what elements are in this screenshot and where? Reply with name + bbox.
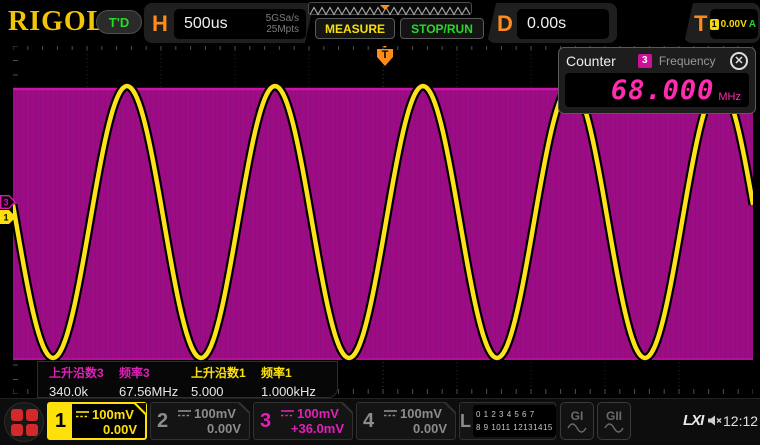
measurement-label: 频率1 xyxy=(261,366,292,380)
close-icon[interactable]: ✕ xyxy=(730,51,748,70)
trigger-source-badge: 1 xyxy=(709,18,719,30)
measurement-item: 频率1 1.000kHz xyxy=(261,364,316,399)
top-status-bar: RIGOL T'D H 500us 5GSa/s 25Mpts MEASURE … xyxy=(0,0,760,46)
channel-2-offset: 0.00V xyxy=(207,421,241,436)
measurement-item: 频率3 67.56MHz xyxy=(119,364,178,399)
logic-row-2: 8 9 1011 12131415 xyxy=(476,422,553,432)
channel-3-scale: 100mV xyxy=(297,406,339,421)
sine-icon xyxy=(567,423,587,433)
memory-position-overview[interactable] xyxy=(308,2,472,16)
ch3-marker-label: 3 xyxy=(3,198,8,208)
generator-1-button[interactable]: GI xyxy=(560,402,594,440)
oscilloscope-screen: T 3 1 RIGOL T'D H 500us 5GSa/s 25Mpts ME… xyxy=(0,0,760,445)
counter-window: Counter 3 Frequency ✕ 68.000 MHz xyxy=(558,47,756,114)
counter-value: 68.000 xyxy=(610,74,715,106)
navigation-button[interactable] xyxy=(4,402,44,442)
dc-coupling-icon xyxy=(178,410,191,417)
measurement-value: 340.0k xyxy=(49,384,89,399)
delay-value: 0.00s xyxy=(527,15,567,32)
channel-1-number: 1 xyxy=(49,404,72,438)
delay-panel[interactable]: D 0.00s xyxy=(487,3,617,43)
dc-coupling-icon xyxy=(281,410,294,417)
measurement-label: 频率3 xyxy=(119,366,150,380)
trigger-label: T xyxy=(694,11,708,36)
measurement-value: 67.56MHz xyxy=(119,384,179,399)
measure-button[interactable]: MEASURE xyxy=(315,18,395,39)
timebase-inset[interactable]: 500us 5GSa/s 25Mpts xyxy=(174,9,306,39)
channel-2-number: 2 xyxy=(156,409,169,432)
channel-1-offset: 0.00V xyxy=(103,422,137,437)
horizontal-panel[interactable]: H 500us 5GSa/s 25Mpts xyxy=(144,3,314,43)
counter-header: Counter 3 Frequency ✕ xyxy=(559,48,755,73)
channel-3-offset: +36.0mV xyxy=(290,421,344,436)
generator-2-button[interactable]: GII xyxy=(597,402,631,440)
stop-run-button[interactable]: STOP/RUN xyxy=(400,18,484,39)
navigation-grid-icon xyxy=(10,408,38,436)
speaker-muted-icon[interactable] xyxy=(707,414,722,427)
overview-trigger-marker xyxy=(380,5,390,10)
channel-4-number: 4 xyxy=(362,409,375,432)
channel-2-scale: 100mV xyxy=(194,406,236,421)
trigger-inset[interactable]: 1 0.00V A xyxy=(709,9,758,39)
channel-2-block[interactable]: 2 100mV 0.00V xyxy=(150,402,250,440)
trigger-marker-label: T xyxy=(382,49,389,61)
dc-coupling-icon xyxy=(76,411,89,418)
ch1-position-marker[interactable]: 1 xyxy=(0,210,16,224)
measurement-value: 5.000 xyxy=(191,384,224,399)
measurement-panel: 上升沿数3 340.0k 频率3 67.56MHz 上升沿数1 5.000 频率… xyxy=(37,361,338,399)
dc-coupling-icon xyxy=(384,410,397,417)
measurement-label: 上升沿数1 xyxy=(191,366,246,380)
measurement-item: 上升沿数3 340.0k xyxy=(49,364,104,399)
measurement-value: 1.000kHz xyxy=(261,384,316,399)
acquisition-info: 5GSa/s 25Mpts xyxy=(266,13,306,35)
trigger-level: 0.00V xyxy=(720,18,747,30)
channel-3-block[interactable]: 3 100mV +36.0mV xyxy=(253,402,353,440)
rigol-logo: RIGOL xyxy=(8,6,107,37)
trigger-status-badge: T'D xyxy=(96,10,142,34)
timebase-value: 500us xyxy=(184,15,228,32)
memory-depth: 25Mpts xyxy=(266,24,299,35)
logic-label: L xyxy=(460,410,471,431)
ch3-position-marker[interactable]: 3 xyxy=(0,195,16,209)
channel-1-block[interactable]: 1 100mV 0.00V xyxy=(47,402,147,440)
lxi-indicator: LXI xyxy=(683,412,704,429)
trigger-panel[interactable]: T 1 0.00V A xyxy=(684,3,760,43)
sine-icon xyxy=(604,423,624,433)
generator-1-label: GI xyxy=(570,409,584,423)
overview-waveform xyxy=(309,5,471,16)
logic-row-1: 0 1 2 3 4 5 6 7 xyxy=(476,410,535,420)
delay-label: D xyxy=(497,11,513,36)
logic-channels-block[interactable]: L 0 1 2 3 4 5 6 7 8 9 1011 12131415 xyxy=(459,402,556,440)
logic-channel-numbers: 0 1 2 3 4 5 6 7 8 9 1011 12131415 xyxy=(473,405,556,437)
generator-2-label: GII xyxy=(605,409,622,423)
counter-title: Counter xyxy=(566,52,616,69)
trigger-position-marker[interactable]: T xyxy=(374,43,396,67)
channel-4-block[interactable]: 4 100mV 0.00V xyxy=(356,402,456,440)
sample-rate: 5GSa/s xyxy=(265,13,299,24)
counter-source-badge: 3 xyxy=(637,53,652,68)
channel-1-scale: 100mV xyxy=(92,407,134,422)
counter-mode: Frequency xyxy=(658,53,716,68)
counter-unit: MHz xyxy=(718,91,741,103)
delay-inset[interactable]: 0.00s xyxy=(517,9,609,39)
measurement-item: 上升沿数1 5.000 xyxy=(191,364,246,399)
channel-3-number: 3 xyxy=(259,409,272,432)
horizontal-label: H xyxy=(152,11,168,36)
channel-status-bar: 1 100mV 0.00V 2 100mV 0.00V 3 100mV +36.… xyxy=(0,398,760,445)
measurement-label: 上升沿数3 xyxy=(49,366,104,380)
trigger-mode: A xyxy=(748,18,756,30)
counter-readout: 68.000 MHz xyxy=(565,73,749,107)
channel-4-scale: 100mV xyxy=(400,406,442,421)
channel-4-offset: 0.00V xyxy=(413,421,447,436)
clock: 12:12 xyxy=(723,413,759,429)
ch1-marker-label: 1 xyxy=(3,213,8,223)
